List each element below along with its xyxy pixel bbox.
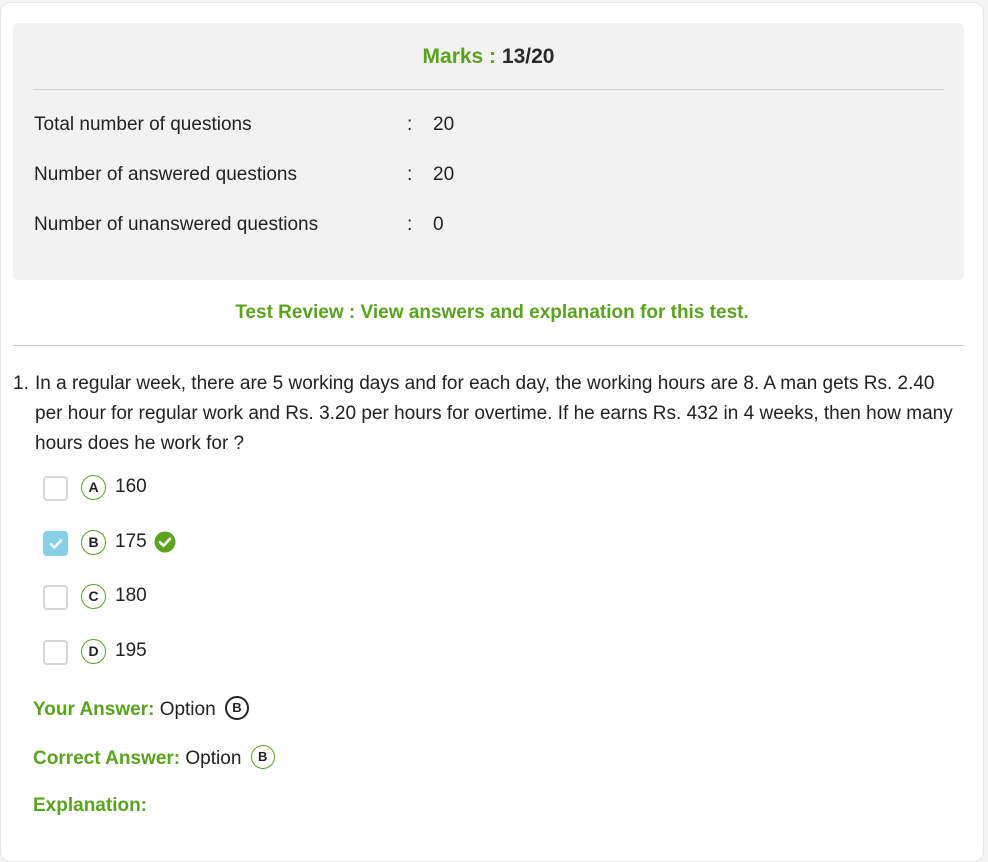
explanation-heading: Explanation:	[33, 795, 147, 823]
correct-answer-label: Correct Answer:	[33, 748, 181, 770]
option-a-text: 160	[115, 476, 147, 497]
option-d-text: 195	[115, 640, 147, 661]
stat-label: Total number of questions	[34, 114, 252, 135]
question-number: 1.	[13, 373, 29, 394]
stat-label: Number of answered questions	[34, 164, 297, 185]
option-b-letter-badge: B	[81, 530, 106, 555]
marks-value: 13/20	[501, 45, 555, 68]
your-answer-letter-badge: B	[224, 696, 249, 720]
summary-divider	[33, 89, 944, 90]
stat-colon: :	[407, 214, 413, 235]
option-d-letter-badge: D	[81, 639, 106, 664]
stat-value: 20	[433, 114, 455, 135]
question-text: In a regular week, there are 5 working d…	[35, 373, 953, 454]
option-b-checkbox[interactable]	[43, 531, 68, 556]
option-a-letter-badge: A	[81, 475, 106, 500]
option-d-checkbox[interactable]	[43, 640, 68, 665]
stat-colon: :	[407, 114, 413, 135]
your-answer-prefix: Option	[159, 699, 216, 721]
your-answer-line: Your Answer: Option B	[33, 696, 249, 726]
stat-label: Number of unanswered questions	[34, 214, 319, 235]
correct-check-circle-icon	[154, 531, 176, 558]
option-c-text: 180	[115, 585, 147, 606]
stat-value: 0	[433, 214, 444, 235]
checkmark-icon	[49, 539, 63, 549]
explanation-label: Explanation:	[33, 795, 148, 816]
your-answer-label: Your Answer:	[33, 699, 155, 721]
result-card: Marks : 13/20 Total number of questions …	[0, 2, 984, 862]
marks-label: Marks :	[422, 45, 497, 68]
correct-answer-prefix: Option	[185, 748, 242, 770]
marks-heading: Marks : 13/20	[13, 45, 964, 69]
stat-value: 20	[433, 164, 455, 185]
score-summary-panel: Marks : 13/20 Total number of questions …	[13, 23, 964, 280]
option-b-text: 175	[115, 531, 147, 552]
test-review-link[interactable]: Test Review : View answers and explanati…	[1, 302, 983, 324]
section-divider	[13, 345, 964, 346]
stat-colon: :	[407, 164, 413, 185]
correct-answer-line: Correct Answer: Option B	[33, 745, 275, 775]
option-c-letter-badge: C	[81, 584, 106, 609]
option-c-checkbox[interactable]	[43, 585, 68, 610]
correct-answer-letter-badge: B	[250, 745, 275, 769]
option-a-checkbox[interactable]	[43, 476, 68, 501]
